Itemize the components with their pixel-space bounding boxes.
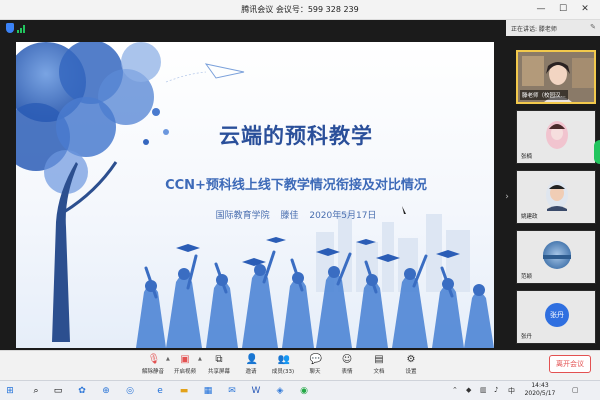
members-icon: 👥 (277, 354, 290, 365)
tencent-meeting-icon[interactable]: ◈ (274, 385, 286, 397)
invite-icon: 👤 (245, 354, 258, 365)
close-button[interactable]: ✕ (578, 2, 592, 16)
notification-icon[interactable]: ▢ (572, 386, 579, 394)
slide-date: 2020年5月17日 (309, 211, 377, 221)
participant-name: 张楠 (521, 154, 533, 160)
invite-button[interactable]: 👤 邀请 (234, 353, 268, 379)
pin-icon[interactable]: ✎ (590, 23, 596, 31)
app-icon[interactable]: ◎ (124, 385, 136, 397)
chat-button[interactable]: 💬 聊天 (298, 353, 332, 379)
word-icon[interactable]: W (250, 385, 262, 397)
slide-illustration (16, 42, 494, 348)
edge-browser-icon[interactable]: e (154, 385, 166, 397)
chat-icon: 💬 (309, 354, 322, 365)
volume-icon[interactable]: ♪ (494, 386, 498, 394)
mail-icon[interactable]: ✉ (226, 385, 238, 397)
participant-name: 姚建政 (521, 214, 538, 220)
side-panel-tab[interactable] (594, 140, 600, 164)
tray-icon[interactable]: ◆ (466, 386, 471, 394)
emoji-icon: ☺ (341, 354, 353, 365)
mic-muted-icon: 🎙 (147, 354, 161, 365)
window-title: 腾讯会议 会议号：599 328 239 (241, 5, 359, 14)
minimize-button[interactable]: — (534, 2, 548, 16)
settings-button[interactable]: ⚙ 设置 (394, 353, 428, 379)
slide-subtitle: CCN+预科线上线下教学情况衔接及对比情况 (165, 178, 427, 193)
search-icon[interactable]: ⌕ (30, 385, 42, 397)
slide-presenter: 滕佳 (280, 211, 299, 221)
emoji-button[interactable]: ☺ 表情 (330, 353, 364, 379)
meeting-status-row (0, 20, 510, 36)
system-clock[interactable]: 14:43 2020/5/17 (520, 382, 560, 398)
paper-plane-icon (204, 63, 245, 79)
participant-name: 滕老师（校园汉... (520, 90, 568, 100)
windows-taskbar: ⊞ ⌕ ▭ ✿ ⊕ ◎ e ▬ ▦ ✉ W ◈ ◉ ⌃ ◆ ▥ ♪ 中 14:4… (0, 380, 600, 400)
clock-date: 2020/5/17 (524, 390, 556, 397)
slide-meta: 国际教育学院 滕佳 2020年5月17日 (146, 208, 446, 221)
store-icon[interactable]: ▦ (202, 385, 214, 397)
network-signal-icon[interactable] (17, 25, 26, 33)
members-button[interactable]: 👥 成员(33) (266, 353, 300, 379)
participant-tile[interactable]: 范颖 (516, 230, 596, 284)
settings-icon: ⚙ (406, 354, 416, 365)
share-screen-button[interactable]: ⧉ 共享屏幕 (202, 353, 236, 379)
meeting-toolbar: 🎙 解除静音 ▲ ▣ 开启视频 ▲ ⧉ 共享屏幕 👤 邀请 👥 成员(33) 💬… (0, 350, 600, 380)
slide-title: 云端的预科教学 (219, 124, 373, 148)
window-titlebar: 腾讯会议 会议号：599 328 239 — ☐ ✕ (0, 0, 600, 20)
participant-name: 张丹 (521, 334, 533, 340)
tray-up-arrow-icon[interactable]: ⌃ (452, 386, 458, 394)
participant-tile-active[interactable]: 滕老师（校园汉... (516, 50, 596, 104)
share-screen-icon: ⧉ (215, 354, 223, 365)
clock-time: 14:43 (531, 382, 549, 389)
participant-tile[interactable]: 姚建政 (516, 170, 596, 224)
document-icon: ▤ (374, 354, 384, 365)
participant-tile[interactable]: 张丹 张丹 (516, 290, 596, 344)
maximize-button[interactable]: ☐ (556, 2, 570, 16)
app-icon[interactable]: ✿ (76, 385, 88, 397)
wechat-icon[interactable]: ◉ (298, 385, 310, 397)
start-video-button[interactable]: ▣ 开启视频 (168, 353, 202, 379)
input-method-icon[interactable]: 中 (508, 386, 515, 396)
participant-name: 范颖 (521, 274, 533, 280)
participant-tile[interactable]: 张楠 (516, 110, 596, 164)
app-icon[interactable]: ⊕ (100, 385, 112, 397)
network-icon[interactable]: ▥ (480, 386, 487, 394)
task-view-icon[interactable]: ▭ (52, 385, 64, 397)
participant-avatar-initials: 张丹 (550, 311, 564, 319)
document-button[interactable]: ▤ 文档 (362, 353, 396, 379)
leave-meeting-button[interactable]: 离开会议 (549, 355, 591, 373)
speaking-label: 正在讲话: 滕老师 (511, 26, 557, 33)
speaking-indicator: 正在讲话: 滕老师 ✎ (506, 20, 600, 36)
file-explorer-icon[interactable]: ▬ (178, 385, 190, 397)
camera-off-icon: ▣ (180, 354, 190, 365)
windows-start-icon[interactable]: ⊞ (4, 385, 16, 397)
slide-org: 国际教育学院 (215, 211, 270, 221)
security-shield-icon[interactable] (6, 23, 14, 33)
participant-gallery: 滕老师（校园汉... 张楠 姚建政 范颖 张丹 张丹 ▼ (510, 36, 600, 382)
presentation-slide: 云端的预科教学 CCN+预科线上线下教学情况衔接及对比情况 国际教育学院 滕佳 … (16, 42, 494, 348)
unmute-button[interactable]: 🎙 解除静音 (136, 353, 170, 379)
